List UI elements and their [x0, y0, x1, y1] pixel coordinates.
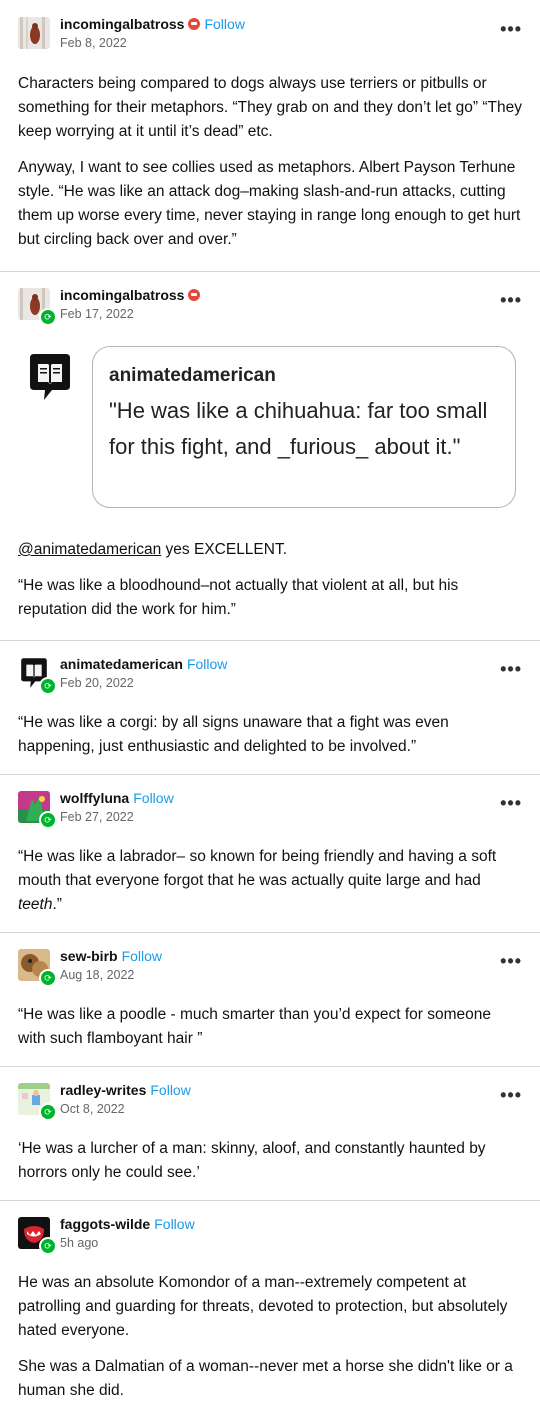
post-body: ‘He was a lurcher of a man: skinny, aloo… [18, 1137, 522, 1197]
paragraph: Characters being compared to dogs always… [18, 75, 523, 140]
post-body: He was an absolute Komondor of a man--ex… [18, 1271, 522, 1415]
more-options-icon[interactable]: ••• [500, 1086, 522, 1104]
more-options-icon[interactable]: ••• [500, 20, 522, 38]
username[interactable]: incomingalbatross [60, 16, 184, 32]
follow-button[interactable]: Follow [133, 790, 173, 806]
post-header: ⟳ radley-writes Follow Oct 8, 2022 ••• [18, 1082, 522, 1122]
post-header: incomingalbatross Follow Feb 8, 2022 ••• [18, 16, 522, 56]
reblog-icon: ⟳ [39, 811, 57, 829]
post-date[interactable]: Feb 8, 2022 [60, 36, 127, 50]
more-options-icon[interactable]: ••• [500, 952, 522, 970]
username[interactable]: sew-birb [60, 948, 118, 964]
text-span: .” [52, 896, 62, 913]
paragraph: @animatedamerican yes EXCELLENT. [18, 538, 522, 562]
paragraph: He was an absolute Komondor of a man--ex… [18, 1274, 508, 1339]
paragraph: She was a Dalmatian of a woman--never me… [18, 1358, 513, 1399]
reblog-icon: ⟳ [39, 969, 57, 987]
username[interactable]: faggots-wilde [60, 1216, 150, 1232]
post-header: ⟳ faggots-wilde Follow 5h ago [18, 1216, 522, 1256]
paragraph: ‘He was a lurcher of a man: skinny, aloo… [18, 1140, 486, 1181]
post-body: Characters being compared to dogs always… [18, 72, 522, 264]
avatar-image [18, 17, 50, 49]
mention-link[interactable]: @animatedamerican [18, 541, 161, 558]
reblog-icon: ⟳ [39, 1237, 57, 1255]
quoted-post[interactable]: animatedamerican "He was like a chihuahu… [92, 346, 516, 508]
paragraph: “He was like a bloodhound–not actually t… [18, 577, 459, 618]
post-header: ⟳ incomingalbatross Feb 17, 2022 ••• [18, 287, 522, 327]
follow-button[interactable]: Follow [204, 16, 244, 32]
post-4: ⟳ wolffyluna Follow Feb 27, 2022 ••• “He … [0, 774, 540, 932]
quoted-text: "He was like a chihuahua: far too small … [109, 398, 488, 459]
post-date[interactable]: Feb 17, 2022 [60, 307, 134, 321]
more-options-icon[interactable]: ••• [500, 291, 522, 309]
post-6: ⟳ radley-writes Follow Oct 8, 2022 ••• ‘H… [0, 1066, 540, 1200]
reblog-icon: ⟳ [39, 308, 57, 326]
post-body: “He was like a labrador– so known for be… [18, 845, 522, 929]
username[interactable]: incomingalbatross [60, 287, 184, 303]
reblog-icon: ⟳ [39, 1103, 57, 1121]
emphasis-text: teeth [18, 896, 53, 913]
post-date[interactable]: Feb 20, 2022 [60, 676, 134, 690]
post-body: “He was like a corgi: by all signs unawa… [18, 711, 522, 771]
reblog-icon: ⟳ [39, 677, 57, 695]
verified-badge-icon [188, 18, 201, 30]
username-line: sew-birb Follow [60, 948, 162, 964]
username-line: wolffyluna Follow [60, 790, 174, 806]
username-line: animatedamerican Follow [60, 656, 227, 672]
quoted-username[interactable]: animatedamerican [109, 365, 276, 387]
username-line: incomingalbatross Follow [60, 16, 245, 32]
post-header: ⟳ wolffyluna Follow Feb 27, 2022 ••• [18, 790, 522, 830]
follow-button[interactable]: Follow [150, 1082, 190, 1098]
post-body: “He was like a poodle - much smarter tha… [18, 1003, 522, 1063]
username[interactable]: wolffyluna [60, 790, 129, 806]
post-date[interactable]: 5h ago [60, 1236, 98, 1250]
follow-button[interactable]: Follow [154, 1216, 194, 1232]
paragraph: Anyway, I want to see collies used as me… [18, 159, 521, 248]
username[interactable]: animatedamerican [60, 656, 183, 672]
username-line: faggots-wilde Follow [60, 1216, 195, 1232]
post-body: @animatedamerican yes EXCELLENT. “He was… [18, 538, 522, 634]
more-options-icon[interactable]: ••• [500, 794, 522, 812]
post-date[interactable]: Feb 27, 2022 [60, 810, 134, 824]
animatedamerican-avatar [30, 354, 70, 400]
post-7: ⟳ faggots-wilde Follow 5h ago He was an a… [0, 1200, 540, 1422]
paragraph: “He was like a corgi: by all signs unawa… [18, 714, 449, 755]
verified-badge-icon [188, 289, 201, 301]
follow-button[interactable]: Follow [122, 948, 162, 964]
follow-button[interactable]: Follow [187, 656, 227, 672]
username[interactable]: radley-writes [60, 1082, 146, 1098]
post-3: ⟳ animatedamerican Follow Feb 20, 2022 ••… [0, 640, 540, 774]
more-options-icon[interactable]: ••• [500, 660, 522, 678]
post-1: incomingalbatross Follow Feb 8, 2022 ••• … [0, 0, 540, 271]
avatar[interactable] [18, 17, 50, 49]
username-line: incomingalbatross [60, 287, 201, 303]
post-date[interactable]: Oct 8, 2022 [60, 1102, 125, 1116]
post-date[interactable]: Aug 18, 2022 [60, 968, 134, 982]
text-span: “He was like a labrador– so known for be… [18, 848, 497, 889]
mention-text: yes EXCELLENT. [161, 541, 288, 558]
paragraph: “He was like a poodle - much smarter tha… [18, 1006, 491, 1047]
post-header: ⟳ animatedamerican Follow Feb 20, 2022 ••… [18, 656, 522, 696]
paragraph: “He was like a labrador– so known for be… [18, 845, 522, 917]
post-header: ⟳ sew-birb Follow Aug 18, 2022 ••• [18, 948, 522, 988]
post-5: ⟳ sew-birb Follow Aug 18, 2022 ••• “He wa… [0, 932, 540, 1066]
username-line: radley-writes Follow [60, 1082, 191, 1098]
